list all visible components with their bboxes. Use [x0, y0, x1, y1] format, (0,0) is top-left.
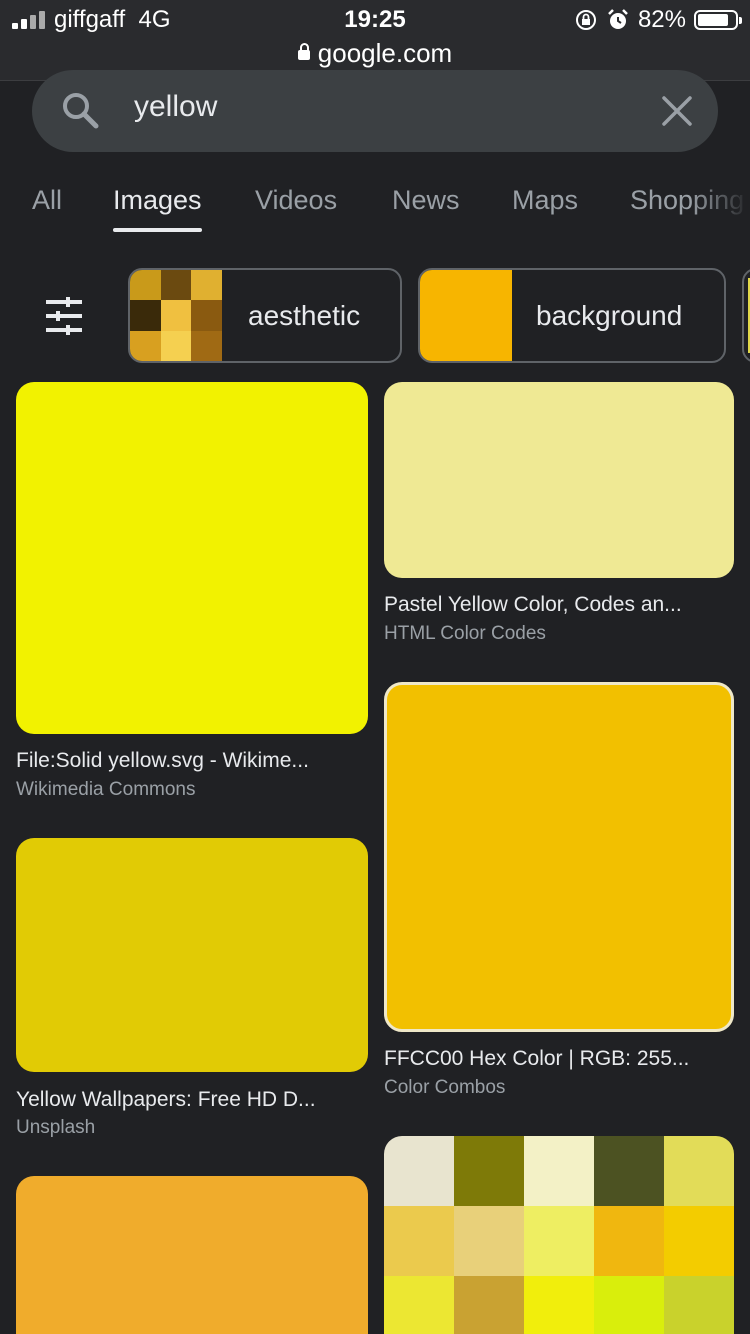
collage-tile	[160, 270, 192, 301]
palette-swatch	[594, 1206, 664, 1276]
result-source: HTML Color Codes	[384, 623, 546, 644]
collage-tile	[130, 270, 161, 301]
clear-icon[interactable]	[660, 94, 694, 128]
search-icon[interactable]	[60, 90, 100, 130]
tab-news[interactable]: News	[392, 185, 460, 216]
chip-background-thumbnail	[420, 270, 512, 361]
palette-swatch	[454, 1136, 524, 1206]
chip-next-partial[interactable]	[742, 268, 750, 363]
result-title[interactable]: Pastel Yellow Color, Codes an...	[384, 593, 682, 617]
palette-swatch	[384, 1276, 454, 1334]
tab-all[interactable]: All	[32, 185, 62, 216]
battery-icon	[694, 10, 742, 30]
battery-percent: 82%	[637, 6, 686, 33]
palette-swatch	[384, 1136, 454, 1206]
orientation-lock-icon	[575, 10, 596, 30]
result-title[interactable]: Yellow Wallpapers: Free HD D...	[16, 1088, 316, 1112]
result-source: Unsplash	[16, 1117, 96, 1138]
tab-videos[interactable]: Videos	[255, 185, 337, 216]
palette-swatch	[524, 1276, 594, 1334]
lock-icon	[297, 43, 310, 60]
collage-tile	[130, 300, 161, 331]
palette-swatch	[594, 1136, 664, 1206]
address-bar[interactable]: google.com	[0, 38, 750, 69]
result-image[interactable]	[16, 382, 368, 734]
chip-aesthetic-label: aesthetic	[248, 300, 361, 331]
result-image[interactable]	[384, 382, 734, 578]
chip-background[interactable]: background	[418, 268, 726, 363]
palette-swatch	[454, 1276, 524, 1334]
tab-maps[interactable]: Maps	[512, 185, 578, 216]
search-bar[interactable]: yellow	[32, 70, 718, 152]
status-bar: giffgaff 4G 19:25 82% google.com	[0, 0, 750, 81]
collage-tile	[130, 330, 161, 361]
tab-images[interactable]: Images	[113, 185, 202, 232]
result-image[interactable]	[16, 838, 368, 1072]
palette-swatch	[524, 1206, 594, 1276]
search-tabs: All Images Videos News Maps Shopping	[0, 185, 750, 235]
palette-swatch	[454, 1206, 524, 1276]
result-source: Wikimedia Commons	[16, 779, 196, 800]
result-title[interactable]: FFCC00 Hex Color | RGB: 255...	[384, 1047, 689, 1071]
palette-swatch	[594, 1276, 664, 1334]
palette-swatch	[664, 1206, 734, 1276]
result-image-color-palette[interactable]	[384, 1136, 734, 1334]
result-title[interactable]: File:Solid yellow.svg - Wikime...	[16, 749, 309, 773]
collage-tile	[160, 300, 192, 331]
alarm-icon	[608, 9, 628, 29]
chip-aesthetic-thumbnail	[130, 270, 222, 361]
result-source: Color Combos	[384, 1077, 506, 1098]
collage-tile	[160, 330, 192, 361]
palette-swatch	[384, 1206, 454, 1276]
chip-aesthetic[interactable]: aesthetic	[128, 268, 402, 363]
search-input[interactable]: yellow	[134, 90, 217, 124]
tabs-scroll-fade	[690, 152, 750, 247]
status-icons: 82%	[574, 6, 742, 34]
address-url: google.com	[317, 38, 453, 68]
collage-tile	[191, 270, 222, 301]
filter-icon[interactable]	[44, 297, 84, 335]
chip-background-label: background	[536, 300, 683, 331]
palette-swatch	[664, 1136, 734, 1206]
collage-tile	[191, 300, 222, 331]
palette-swatch	[664, 1276, 734, 1334]
result-image[interactable]	[384, 682, 734, 1032]
result-image[interactable]	[16, 1176, 368, 1334]
collage-tile	[191, 330, 222, 361]
palette-swatch	[524, 1136, 594, 1206]
